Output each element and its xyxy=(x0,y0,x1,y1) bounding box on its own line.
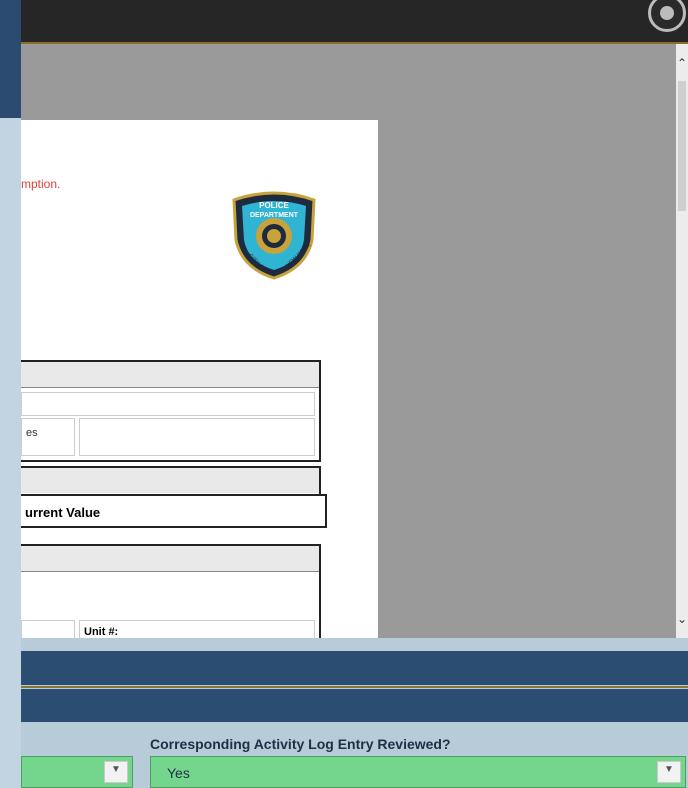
section-header xyxy=(21,468,319,493)
left-sidebar xyxy=(0,0,21,788)
table-cell-es: es xyxy=(21,418,75,456)
nav-bar-primary xyxy=(21,651,688,685)
notice-text: mption. xyxy=(21,177,61,191)
vertical-scrollbar[interactable]: ⌃ ⌄ xyxy=(676,44,688,638)
form-section-3: Unit #: xyxy=(21,544,321,638)
activity-log-reviewed-select[interactable]: Yes ▼ xyxy=(150,756,686,788)
account-icon[interactable] xyxy=(648,0,686,32)
table-cell xyxy=(79,418,315,456)
chevron-down-icon[interactable]: ▼ xyxy=(104,761,128,783)
table-cell xyxy=(21,620,75,638)
police-badge-logo: POLICE DEPARTMENT CITY OF NEW YORK xyxy=(232,191,316,280)
cell-text: es xyxy=(26,427,38,439)
section-header xyxy=(21,362,319,388)
form-section-1: es xyxy=(21,360,321,462)
document-page: mption. POLICE DEPARTMENT CITY OF NEW YO… xyxy=(21,120,378,638)
nav-bar-secondary xyxy=(21,689,688,722)
section-header xyxy=(21,546,319,572)
scroll-up-icon[interactable]: ⌃ xyxy=(677,56,687,70)
scroll-down-icon[interactable]: ⌄ xyxy=(677,612,687,626)
top-bar xyxy=(21,0,688,44)
current-value-label: urrent Value xyxy=(25,505,101,520)
unit-number-label: Unit #: xyxy=(84,626,119,638)
table-cell xyxy=(21,392,315,416)
left-select-field[interactable]: ▼ xyxy=(21,756,133,788)
divider xyxy=(21,686,688,688)
badge-text-department: DEPARTMENT xyxy=(250,212,299,219)
form-section-2 xyxy=(21,466,321,496)
document-viewer[interactable]: mption. POLICE DEPARTMENT CITY OF NEW YO… xyxy=(21,44,676,638)
activity-log-reviewed-label: Corresponding Activity Log Entry Reviewe… xyxy=(150,736,451,752)
left-sidebar-top xyxy=(0,0,21,118)
select-value: Yes xyxy=(167,765,190,781)
scroll-thumb[interactable] xyxy=(678,81,686,211)
badge-text-police: POLICE xyxy=(259,201,289,210)
current-value-row: urrent Value xyxy=(21,494,327,528)
unit-number-cell: Unit #: xyxy=(79,620,315,638)
chevron-down-icon[interactable]: ▼ xyxy=(657,761,681,783)
